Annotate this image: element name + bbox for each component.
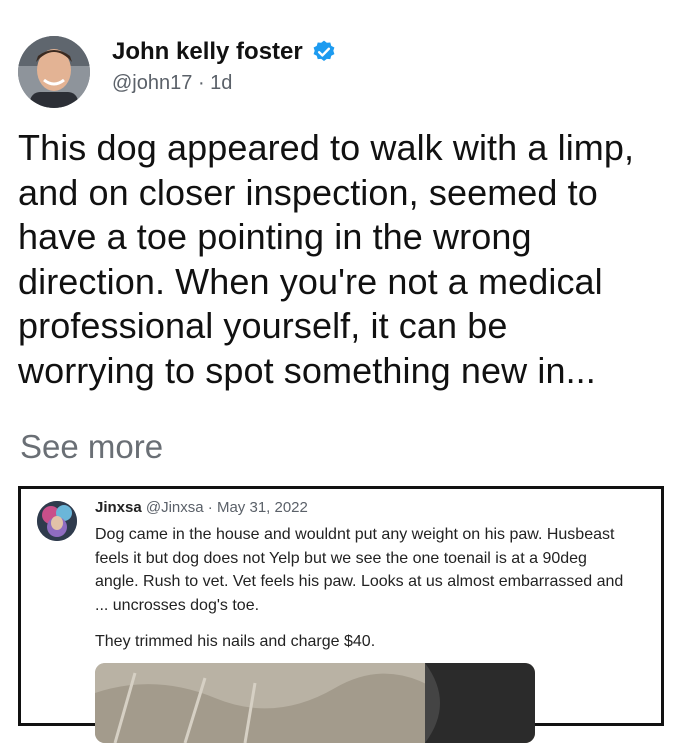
quoted-tweet-card[interactable]: Jinxsa @Jinxsa · May 31, 2022 Dog came i… — [18, 486, 664, 743]
verified-badge-icon — [313, 40, 335, 61]
tweet-text: This dog appeared to walk with a limp, a… — [18, 126, 688, 393]
tweet-line: This dog appeared to walk with a limp, — [18, 127, 635, 168]
quote-avatar[interactable] — [37, 501, 77, 541]
tweet-line: have a toe pointing in the wrong — [18, 216, 532, 257]
quote-second-paragraph: They trimmed his nails and charge $40. — [95, 633, 376, 650]
post-age[interactable]: 1d — [210, 72, 232, 94]
author-name[interactable]: John kelly foster — [112, 38, 303, 66]
handle-line: @john17 · 1d — [112, 72, 232, 95]
avatar-photo — [18, 36, 90, 108]
author-line: John kelly foster — [112, 38, 337, 66]
tweet-line: professional yourself, it can be — [18, 305, 508, 346]
tweet-line: worrying to spot something new in... — [18, 349, 596, 391]
tweet-line: and on closer inspection, seemed to — [18, 171, 598, 213]
meta-separator: · — [197, 72, 205, 94]
quote-line: ... uncrosses dog's toe. — [95, 596, 260, 614]
quote-header: Jinxsa @Jinxsa · May 31, 2022 — [95, 499, 308, 516]
tweet-line: direction. When you're not a medical — [18, 260, 603, 302]
quote-text: Dog came in the house and wouldnt put an… — [95, 523, 661, 617]
quote-author-name[interactable]: Jinxsa — [95, 499, 142, 516]
quote-line: Dog came in the house and wouldnt put an… — [95, 526, 615, 543]
author-handle[interactable]: @john17 — [112, 72, 192, 94]
quote-attached-photo[interactable] — [95, 663, 535, 743]
quote-separator: · — [207, 499, 213, 516]
quote-line: angle. Rush to vet. Vet feels his paw. L… — [95, 573, 624, 590]
see-more-link[interactable]: See more — [20, 428, 163, 466]
author-avatar[interactable] — [18, 36, 90, 108]
dog-paw-photo — [95, 663, 535, 743]
quote-line: feels it but dog does not Yelp but we se… — [95, 549, 587, 567]
quote-author-handle[interactable]: @Jinxsa — [146, 499, 204, 516]
quote-date[interactable]: May 31, 2022 — [217, 499, 308, 516]
quote-avatar-photo — [37, 501, 77, 541]
